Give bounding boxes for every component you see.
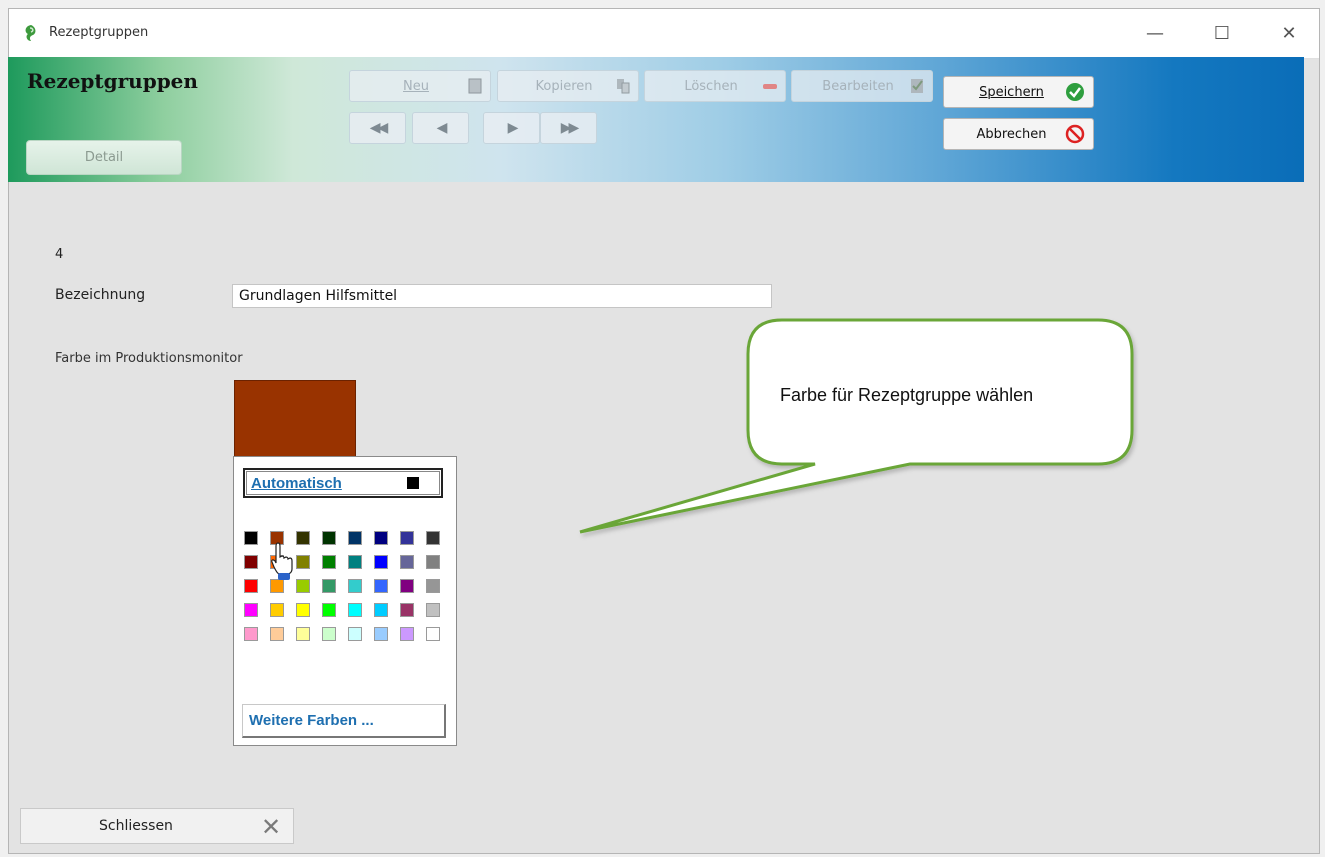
next-record-button[interactable]: ▶ <box>483 112 540 144</box>
edit-list-icon <box>911 79 923 93</box>
copy-button[interactable]: Kopieren <box>497 70 639 102</box>
selected-color-preview[interactable] <box>234 380 356 457</box>
edit-button-label: Bearbeiten <box>822 78 894 94</box>
first-record-button[interactable]: ◀◀ <box>349 112 406 144</box>
checkmark-icon <box>1066 83 1084 101</box>
edit-button[interactable]: Bearbeiten <box>791 70 933 102</box>
window-title: Rezeptgruppen <box>49 25 149 40</box>
copy-icon <box>617 79 630 94</box>
color-swatch[interactable] <box>296 579 310 593</box>
color-swatch[interactable] <box>400 555 414 569</box>
tab-detail[interactable]: Detail <box>26 140 182 175</box>
cancel-icon <box>1065 124 1085 144</box>
arrow-left-icon: ◀ <box>436 120 448 136</box>
app-logo-icon <box>25 25 36 41</box>
color-swatch[interactable] <box>348 627 362 641</box>
minimize-icon: — <box>1146 22 1164 44</box>
color-swatch[interactable] <box>374 627 388 641</box>
previous-record-button[interactable]: ◀ <box>412 112 469 144</box>
color-swatch[interactable] <box>296 627 310 641</box>
double-arrow-right-icon: ▶▶ <box>560 120 579 136</box>
color-swatch[interactable] <box>270 627 284 641</box>
color-swatch[interactable] <box>400 603 414 617</box>
color-swatch[interactable] <box>270 579 284 593</box>
color-swatch[interactable] <box>348 579 362 593</box>
color-swatch[interactable] <box>296 531 310 545</box>
color-swatch[interactable] <box>296 555 310 569</box>
more-colors-label: Weitere Farben ... <box>249 712 374 729</box>
callout-bubble: Farbe für Rezeptgruppe wählen <box>579 318 1134 534</box>
close-button[interactable]: Schliessen ✕ <box>20 808 294 844</box>
color-swatch[interactable] <box>374 555 388 569</box>
color-swatch[interactable] <box>244 627 258 641</box>
save-button-label: Speichern <box>979 84 1044 100</box>
close-icon: ✕ <box>1281 22 1297 44</box>
color-swatch[interactable] <box>244 531 258 545</box>
close-x-icon: ✕ <box>261 813 282 841</box>
color-swatch[interactable] <box>244 555 258 569</box>
automatic-color-button[interactable]: Automatisch <box>243 468 443 498</box>
color-swatch[interactable] <box>426 627 440 641</box>
color-swatch[interactable] <box>426 531 440 545</box>
color-swatch[interactable] <box>400 579 414 593</box>
delete-button-label: Löschen <box>684 78 738 94</box>
minimize-button[interactable]: — <box>1137 19 1173 47</box>
color-swatch[interactable] <box>426 579 440 593</box>
color-swatch[interactable] <box>348 603 362 617</box>
cancel-button[interactable]: Abbrechen <box>943 118 1094 150</box>
save-button[interactable]: Speichern <box>943 76 1094 108</box>
new-button[interactable]: Neu <box>349 70 491 102</box>
delete-button[interactable]: Löschen <box>644 70 786 102</box>
color-swatch[interactable] <box>400 627 414 641</box>
color-swatch[interactable] <box>426 603 440 617</box>
new-button-label: Neu <box>403 78 429 94</box>
arrow-right-icon: ▶ <box>507 120 519 136</box>
title-bar: Rezeptgruppen — ☐ ✕ <box>9 9 1319 59</box>
last-record-button[interactable]: ▶▶ <box>540 112 597 144</box>
color-swatch[interactable] <box>322 579 336 593</box>
cancel-button-label: Abbrechen <box>976 126 1047 142</box>
more-colors-button[interactable]: Weitere Farben ... <box>242 704 446 738</box>
maximize-icon: ☐ <box>1213 22 1231 44</box>
copy-button-label: Kopieren <box>535 78 593 94</box>
color-swatch[interactable] <box>244 603 258 617</box>
callout-text: Farbe für Rezeptgruppe wählen <box>780 385 1033 405</box>
color-swatch[interactable] <box>322 627 336 641</box>
maximize-button[interactable]: ☐ <box>1204 19 1240 47</box>
automatic-color-label: Automatisch <box>251 474 342 492</box>
color-palette-dropdown: Automatisch Weitere Farben ... <box>233 456 457 746</box>
color-swatch[interactable] <box>374 579 388 593</box>
page-title: Rezeptgruppen <box>27 69 198 93</box>
minus-icon <box>763 84 777 89</box>
farbe-label: Farbe im Produktionsmonitor <box>55 351 243 366</box>
bezeichnung-label: Bezeichnung <box>55 287 146 303</box>
color-swatch[interactable] <box>270 603 284 617</box>
header-banner: Rezeptgruppen Detail Neu Kopieren Lösche… <box>8 57 1304 182</box>
color-swatch[interactable] <box>374 603 388 617</box>
color-swatch[interactable] <box>426 555 440 569</box>
color-swatch[interactable] <box>348 531 362 545</box>
color-swatch[interactable] <box>244 579 258 593</box>
record-number: 4 <box>55 247 64 262</box>
hand-cursor-icon <box>271 542 293 580</box>
color-swatch[interactable] <box>322 603 336 617</box>
document-icon <box>468 78 482 94</box>
bezeichnung-input[interactable] <box>232 284 772 308</box>
color-swatch[interactable] <box>374 531 388 545</box>
color-swatch[interactable] <box>322 531 336 545</box>
automatic-swatch <box>407 477 419 489</box>
color-swatch[interactable] <box>348 555 362 569</box>
close-window-button[interactable]: ✕ <box>1271 19 1307 47</box>
close-button-label: Schliessen <box>99 818 173 834</box>
color-swatch[interactable] <box>296 603 310 617</box>
color-swatch[interactable] <box>322 555 336 569</box>
double-arrow-left-icon: ◀◀ <box>369 120 388 136</box>
color-swatch[interactable] <box>400 531 414 545</box>
